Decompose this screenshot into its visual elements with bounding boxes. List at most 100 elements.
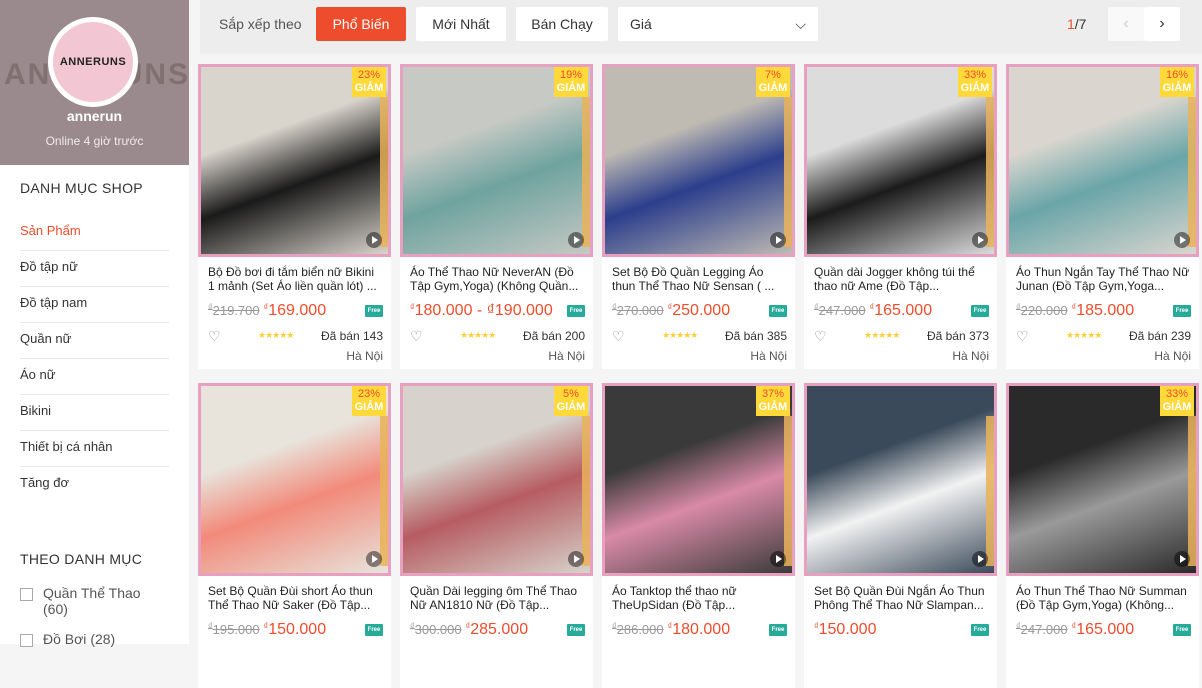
product-name[interactable]: Áo Tanktop thể thao nữ TheUpSidan (Đồ Tậ… [612, 584, 787, 612]
play-icon[interactable] [972, 551, 988, 567]
product-card[interactable]: Set Bộ Quần Đùi Ngắn Áo Thun Phông Thể T… [804, 383, 997, 688]
category-item-san-pham[interactable]: Sản Phẩm [20, 215, 169, 251]
play-icon[interactable] [1174, 232, 1190, 248]
shop-logo-text: ANNERUNS [59, 56, 127, 68]
original-price: ₫247.000 [814, 302, 866, 318]
product-name[interactable]: Set Bộ Quần Đùi Ngắn Áo Thun Phông Thể T… [814, 584, 989, 612]
category-item-do-tap-nam[interactable]: Đồ tập nam [20, 287, 169, 323]
discount-percent: 7% [765, 69, 781, 81]
product-card[interactable]: 37% GIẢM Áo Tanktop thể thao nữ TheUpSidan… [602, 383, 795, 688]
product-image[interactable]: 33% GIẢM [1006, 383, 1199, 576]
product-card[interactable]: 5% GIẢM Quần Dài legging ôm Thể Thao Nữ AN… [400, 383, 593, 688]
heart-icon[interactable]: ♡ [612, 329, 626, 343]
product-name[interactable]: Quần dài Jogger không túi thể thao nữ Am… [814, 265, 989, 293]
play-icon[interactable] [366, 551, 382, 567]
category-item-thiet-bi[interactable]: Thiết bị cá nhân [20, 431, 169, 467]
shop-avatar[interactable]: ANNERUNS [48, 17, 138, 107]
original-price: ₫300.000 [410, 621, 462, 637]
product-card[interactable]: 33% GIẢM Áo Thun Thể Thao Nữ Summan (Đồ Tậ… [1006, 383, 1199, 688]
play-icon[interactable] [568, 551, 584, 567]
product-image[interactable]: 37% GIẢM [602, 383, 795, 576]
sort-newest-button[interactable]: Mới Nhất [416, 7, 506, 41]
product-image[interactable]: 19% GIẢM [400, 64, 593, 257]
product-image[interactable]: 16% GIẢM [1006, 64, 1199, 257]
product-name[interactable]: Áo Thun Thể Thao Nữ Summan (Đồ Tập Gym,Y… [1016, 584, 1191, 612]
play-icon[interactable] [972, 232, 988, 248]
product-name[interactable]: Áo Thể Thao Nữ NeverAN (Đồ Tập Gym,Yoga)… [410, 265, 585, 293]
product-name[interactable]: Set Bộ Quần Đùi short Áo thun Thể Thao N… [208, 584, 383, 612]
product-card[interactable]: 23% GIẢM Set Bộ Quần Đùi short Áo thun Thể… [198, 383, 391, 688]
image-frame-accent [380, 416, 388, 566]
category-item-ao-nu[interactable]: Áo nữ [20, 359, 169, 395]
product-prices: ₫219.700 ₫169.000 Free [208, 302, 383, 322]
product-image[interactable]: 23% GIẢM [198, 383, 391, 576]
filter-count: (60) [43, 601, 68, 617]
sort-bestseller-button[interactable]: Bán Chạy [516, 7, 608, 41]
rating-stars: ★★★★★ [864, 330, 900, 340]
product-image[interactable]: 33% GIẢM [804, 64, 997, 257]
category-item-tang-do[interactable]: Tăng đơ [20, 467, 169, 503]
original-price: ₫220.000 [1016, 302, 1068, 318]
product-meta: ♡ ★★★★★ Đã bán 373 [814, 329, 989, 345]
sort-bar: Sắp xếp theo Phổ Biến Mới Nhất Bán Chạy … [200, 0, 1202, 54]
product-name[interactable]: Áo Thun Ngắn Tay Thể Thao Nữ Junan (Đồ T… [1016, 265, 1191, 293]
product-image[interactable]: 23% GIẢM [198, 64, 391, 257]
heart-icon[interactable]: ♡ [208, 329, 222, 343]
category-item-do-tap-nu[interactable]: Đồ tập nữ [20, 251, 169, 287]
product-card[interactable]: 23% GIẢM Bộ Đồ bơi đi tắm biển nữ Bikini 1… [198, 64, 391, 369]
sort-label: Sắp xếp theo [219, 16, 302, 32]
shop-name[interactable]: annerun [0, 108, 189, 124]
filter-by-category-title: THEO DANH MỤC [20, 551, 143, 567]
heart-icon[interactable]: ♡ [814, 329, 828, 343]
product-prices: ₫270.000 ₫250.000 Free [612, 302, 787, 322]
checkbox[interactable] [20, 634, 33, 647]
category-item-bikini[interactable]: Bikini [20, 395, 169, 431]
discount-label: GIẢM [354, 401, 384, 413]
discount-percent: 37% [761, 388, 785, 400]
product-meta: ♡ ★★★★★ Đã bán 239 [1016, 329, 1191, 345]
filter-quan-the-thao[interactable]: Quần Thể Thao (60) [20, 585, 180, 617]
product-name[interactable]: Set Bộ Đồ Quần Legging Áo thun Thể Thao … [612, 265, 787, 293]
product-card[interactable]: 19% GIẢM Áo Thể Thao Nữ NeverAN (Đồ Tập Gy… [400, 64, 593, 369]
free-shipping-icon: Free [769, 305, 787, 317]
checkbox[interactable] [20, 588, 33, 601]
product-image[interactable] [804, 383, 997, 576]
rating-stars: ★★★★★ [662, 330, 698, 340]
discount-label: GIẢM [960, 82, 990, 94]
play-icon[interactable] [770, 551, 786, 567]
next-page-button[interactable]: › [1144, 7, 1180, 41]
product-prices: ₫247.000 ₫165.000 Free [814, 302, 989, 322]
sale-price: ₫150.000 [263, 621, 327, 638]
product-card[interactable]: 16% GIẢM Áo Thun Ngắn Tay Thể Thao Nữ Juna… [1006, 64, 1199, 369]
prev-page-button[interactable]: ‹ [1108, 7, 1144, 41]
play-icon[interactable] [568, 232, 584, 248]
product-name[interactable]: Quần Dài legging ôm Thể Thao Nữ AN1810 N… [410, 584, 585, 612]
filter-do-boi[interactable]: Đồ Bơi (28) [20, 631, 180, 647]
heart-icon[interactable]: ♡ [410, 329, 424, 343]
discount-badge: 33% GIẢM [958, 67, 992, 97]
product-image[interactable]: 5% GIẢM [400, 383, 593, 576]
play-icon[interactable] [1174, 551, 1190, 567]
play-icon[interactable] [770, 232, 786, 248]
sort-price-select[interactable]: Giá ⌵ [618, 7, 818, 41]
free-shipping-icon: Free [971, 305, 989, 317]
product-image[interactable]: 7% GIẢM [602, 64, 795, 257]
product-prices: ₫247.000 ₫165.000 Free [1016, 621, 1191, 641]
category-item-quan-nu[interactable]: Quần nữ [20, 323, 169, 359]
product-card[interactable]: 33% GIẢM Quần dài Jogger không túi thể tha… [804, 64, 997, 369]
sold-count: Đã bán 373 [926, 329, 989, 343]
shop-category-title: DANH MỤC SHOP [20, 180, 143, 196]
play-icon[interactable] [366, 232, 382, 248]
product-card[interactable]: 7% GIẢM Set Bộ Đồ Quần Legging Áo thun Thể… [602, 64, 795, 369]
product-location: Hà Nội [750, 349, 787, 363]
chevron-right-icon: › [1159, 15, 1165, 32]
total-pages: /7 [1074, 16, 1087, 32]
discount-label: GIẢM [758, 401, 788, 413]
sort-popular-button[interactable]: Phổ Biến [316, 7, 406, 41]
discount-label: GIẢM [758, 82, 788, 94]
product-meta: ♡ ★★★★★ Đã bán 143 [208, 329, 383, 345]
original-price: ₫195.000 [208, 621, 260, 637]
product-name[interactable]: Bộ Đồ bơi đi tắm biển nữ Bikini 1 mảnh (… [208, 265, 383, 293]
filter-label: Quần Thể Thao [43, 585, 141, 601]
heart-icon[interactable]: ♡ [1016, 329, 1030, 343]
